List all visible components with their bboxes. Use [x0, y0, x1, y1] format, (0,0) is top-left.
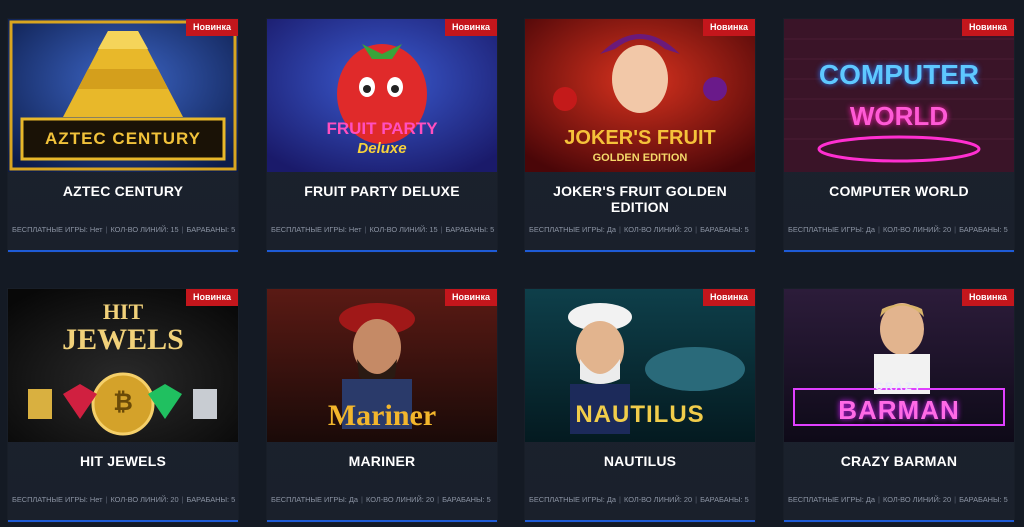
card-underline	[8, 520, 238, 522]
game-thumbnail[interactable]: NAUTILUS Новинка	[525, 289, 755, 442]
game-meta: БЕСПЛАТНЫЕ ИГРЫ: Нет | КОЛ-ВО ЛИНИЙ: 15 | БА…	[12, 225, 236, 234]
game-title[interactable]: MARINER	[267, 453, 497, 469]
game-title[interactable]: CRAZY BARMAN	[784, 453, 1014, 469]
new-badge: Новинка	[185, 289, 238, 306]
game-logo: FRUIT PARTY	[326, 119, 438, 138]
game-meta: БЕСПЛАТНЫЕ ИГРЫ: Да | КОЛ-ВО ЛИНИЙ: 20 | БАР…	[529, 495, 749, 504]
game-thumbnail[interactable]: AZTEC CENTURY Новинка	[8, 19, 238, 172]
new-badge: Новинка	[444, 289, 497, 306]
game-card-fruit-party-deluxe[interactable]: FRUIT PARTY Deluxe Новинка FRUIT PARTY D…	[267, 19, 497, 252]
new-badge: Новинка	[961, 19, 1014, 36]
game-logo-sub: Deluxe	[357, 140, 407, 157]
game-card-crazy-barman[interactable]: CRAZY BARMAN Новинка CRAZY BARMAN БЕСПЛА…	[784, 289, 1014, 522]
games-grid: AZTEC CENTURY Новинка AZTEC CENTURY БЕСП…	[0, 0, 1024, 527]
game-logo-sub: GOLDEN EDITION	[592, 152, 688, 164]
game-card-mariner[interactable]: Mariner Новинка MARINER БЕСПЛАТНЫЕ ИГРЫ:…	[267, 289, 497, 522]
game-card-jokers-fruit[interactable]: JOKER'S FRUIT GOLDEN EDITION Новинка JOK…	[525, 19, 755, 252]
new-badge: Новинка	[185, 19, 238, 36]
game-card-hit-jewels[interactable]: HIT JEWELS ₿ Новинка HIT JEWELS БЕСПЛАТН…	[8, 289, 238, 522]
game-logo: AZTEC CENTURY	[45, 129, 201, 148]
card-underline	[784, 250, 1014, 252]
new-badge: Новинка	[702, 19, 755, 36]
game-card-computer-world[interactable]: COMPUTER WORLD Новинка COMPUTER WORLD БЕ…	[784, 19, 1014, 252]
card-underline	[8, 250, 238, 252]
game-title[interactable]: AZTEC CENTURY	[8, 183, 238, 199]
card-underline	[784, 520, 1014, 522]
new-badge: Новинка	[444, 19, 497, 36]
new-badge: Новинка	[702, 289, 755, 306]
game-meta: БЕСПЛАТНЫЕ ИГРЫ: Да | КОЛ-ВО ЛИНИЙ: 20 | БАР…	[271, 495, 491, 504]
game-logo: COMPUTER	[818, 59, 980, 90]
game-meta: БЕСПЛАТНЫЕ ИГРЫ: Да | КОЛ-ВО ЛИНИЙ: 20 | БАР…	[788, 495, 1008, 504]
card-underline	[267, 250, 497, 252]
card-underline	[525, 520, 755, 522]
game-logo: JOKER'S FRUIT	[564, 127, 716, 149]
game-meta: БЕСПЛАТНЫЕ ИГРЫ: Да | КОЛ-ВО ЛИНИЙ: 20 | БАР…	[788, 225, 1008, 234]
game-meta: БЕСПЛАТНЫЕ ИГРЫ: Нет | КОЛ-ВО ЛИНИЙ: 20 | БА…	[12, 495, 236, 504]
game-logo-sub: WORLD	[849, 101, 949, 131]
game-thumbnail[interactable]: CRAZY BARMAN Новинка	[784, 289, 1014, 442]
bitcoin-icon: ₿	[113, 389, 133, 416]
game-thumbnail[interactable]: JOKER'S FRUIT GOLDEN EDITION Новинка	[525, 19, 755, 172]
card-underline	[267, 520, 497, 522]
game-meta: БЕСПЛАТНЫЕ ИГРЫ: Нет | КОЛ-ВО ЛИНИЙ: 15 | БА…	[271, 225, 495, 234]
game-card-nautilus[interactable]: NAUTILUS Новинка NAUTILUS БЕСПЛАТНЫЕ ИГР…	[525, 289, 755, 522]
game-meta: БЕСПЛАТНЫЕ ИГРЫ: Да | КОЛ-ВО ЛИНИЙ: 20 | БАР…	[529, 225, 749, 234]
game-card-aztec-century[interactable]: AZTEC CENTURY Новинка AZTEC CENTURY БЕСП…	[8, 19, 238, 252]
game-title[interactable]: COMPUTER WORLD	[784, 183, 1014, 199]
game-thumbnail[interactable]: HIT JEWELS ₿ Новинка	[8, 289, 238, 442]
card-underline	[525, 250, 755, 252]
new-badge: Новинка	[961, 289, 1014, 306]
game-thumbnail[interactable]: COMPUTER WORLD Новинка	[784, 19, 1014, 172]
game-logo-sub: JEWELS	[62, 323, 184, 356]
game-title[interactable]: NAUTILUS	[525, 453, 755, 469]
game-logo-sub: BARMAN	[838, 395, 960, 425]
game-title[interactable]: FRUIT PARTY DELUXE	[267, 183, 497, 199]
game-logo: Mariner	[327, 399, 437, 432]
game-logo: NAUTILUS	[575, 401, 705, 428]
game-title[interactable]: JOKER'S FRUIT GOLDEN EDITION	[525, 183, 755, 215]
game-thumbnail[interactable]: FRUIT PARTY Deluxe Новинка	[267, 19, 497, 172]
game-title[interactable]: HIT JEWELS	[8, 453, 238, 469]
game-thumbnail[interactable]: Mariner Новинка	[267, 289, 497, 442]
game-logo: CRAZY	[875, 381, 923, 393]
